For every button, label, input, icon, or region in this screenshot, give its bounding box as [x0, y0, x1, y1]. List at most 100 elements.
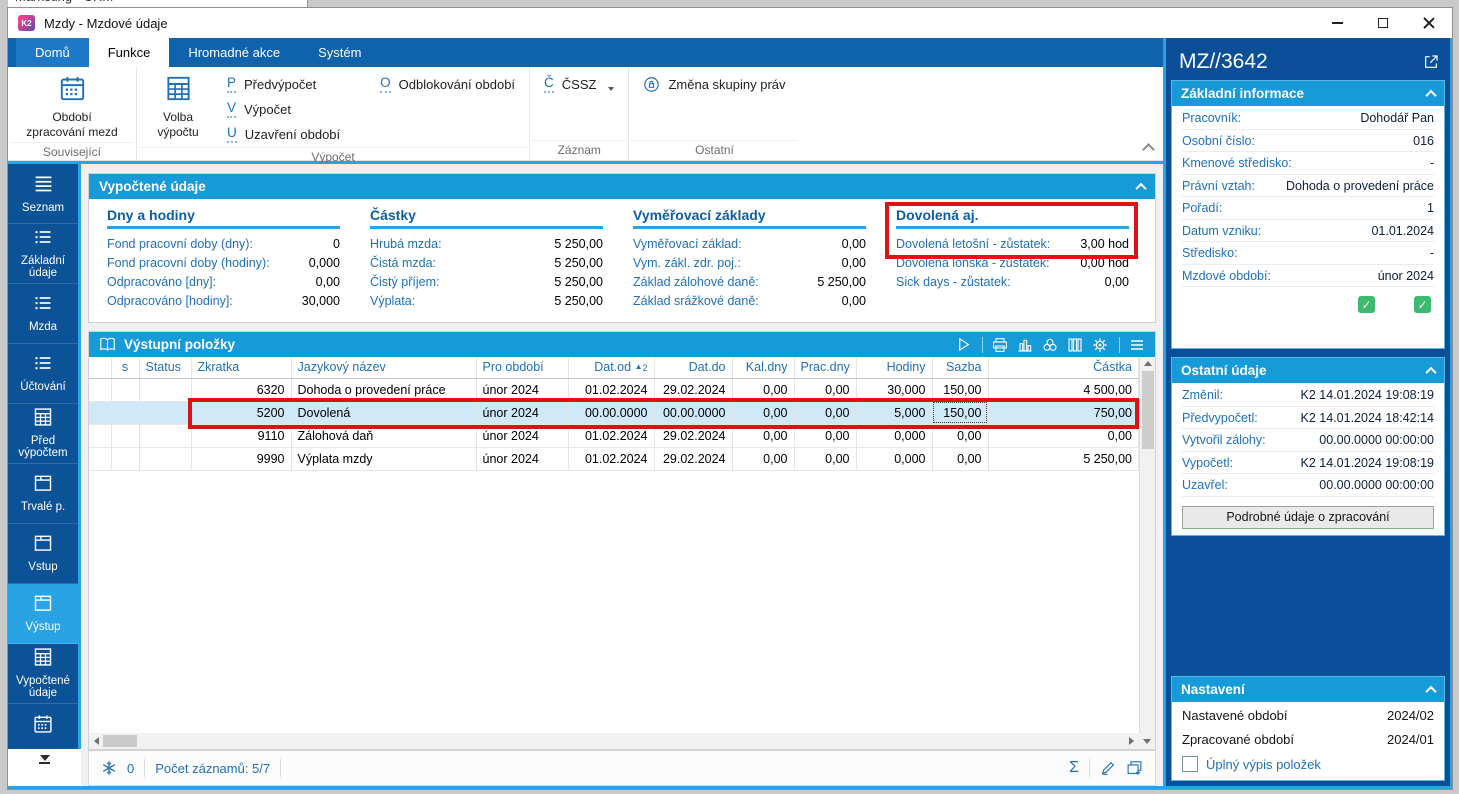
col-s[interactable]: s [111, 357, 139, 378]
cell-hodiny[interactable]: 5,000 [856, 401, 932, 424]
cell[interactable] [89, 424, 111, 447]
col-dat-od[interactable]: Dat.od ▲2 [568, 357, 654, 378]
collapse-chevron-icon[interactable] [1425, 685, 1436, 696]
sidebar-item-trvale-p[interactable]: Trvalé p. [8, 464, 78, 524]
col-status[interactable]: Status [139, 357, 191, 378]
collapse-chevron-icon[interactable] [1425, 89, 1436, 100]
cell-kal-dny[interactable]: 0,00 [732, 378, 794, 401]
col-castka[interactable]: Částka [988, 357, 1139, 378]
cell[interactable] [139, 401, 191, 424]
cell[interactable] [89, 378, 111, 401]
col-selector[interactable] [89, 357, 111, 378]
cell[interactable] [111, 447, 139, 470]
col-prac-dny[interactable]: Prac.dny [794, 357, 856, 378]
table-row[interactable]: 9990 Výplata mzdy únor 2024 01.02.2024 2… [89, 447, 1139, 470]
scroll-up-icon[interactable] [1144, 361, 1152, 366]
odblokovani-obdobi-button[interactable]: OOdblokování období [374, 72, 521, 97]
sidebar-item-seznam[interactable]: Seznam [8, 164, 78, 224]
sidebar-collapse-chevron-icon[interactable] [39, 755, 50, 786]
cell-nazev[interactable]: Zálohová daň [291, 424, 476, 447]
sidebar-item-uctovani[interactable]: Účtování [8, 344, 78, 404]
table-row[interactable]: 6320 Dohoda o provedení práce únor 2024 … [89, 378, 1139, 401]
cell-castka[interactable]: 0,00 [988, 424, 1139, 447]
cell[interactable] [139, 447, 191, 470]
cell-dat-od[interactable]: 01.02.2024 [568, 447, 654, 470]
cell-castka[interactable]: 4 500,00 [988, 378, 1139, 401]
cell-prac-dny[interactable]: 0,00 [794, 424, 856, 447]
col-kal-dny[interactable]: Kal.dny [732, 357, 794, 378]
cell-nazev[interactable]: Dohoda o provedení práce [291, 378, 476, 401]
cell-dat-do[interactable]: 29.02.2024 [654, 378, 732, 401]
processing-details-button[interactable]: Podrobné údaje o zpracování [1182, 506, 1434, 529]
cell-sazba[interactable]: 0,00 [932, 424, 988, 447]
cell-castka[interactable]: 750,00 [988, 401, 1139, 424]
cell-prac-dny[interactable]: 0,00 [794, 401, 856, 424]
cell-castka[interactable]: 5 250,00 [988, 447, 1139, 470]
cell-sazba-focused[interactable]: 150,00 [932, 401, 988, 424]
cell-zkratka[interactable]: 9990 [191, 447, 291, 470]
cell-obdobi[interactable]: únor 2024 [476, 378, 568, 401]
cell-obdobi[interactable]: únor 2024 [476, 424, 568, 447]
cell[interactable] [139, 424, 191, 447]
ribbon-collapse-chevron-icon[interactable] [1142, 143, 1155, 156]
cell[interactable] [111, 424, 139, 447]
cell-dat-od[interactable]: 01.02.2024 [568, 424, 654, 447]
tab-system[interactable]: Systém [299, 38, 380, 67]
run-icon[interactable] [956, 337, 971, 352]
chart-icon[interactable] [1017, 337, 1033, 353]
sidebar-item-partial[interactable] [8, 704, 78, 749]
col-dat-do[interactable]: Dat.do [654, 357, 732, 378]
cell[interactable] [111, 378, 139, 401]
snowflake-icon[interactable] [101, 760, 117, 776]
tab-domu[interactable]: Domů [16, 38, 89, 67]
col-zkratka[interactable]: Zkratka [191, 357, 291, 378]
cell-nazev[interactable]: Výplata mzdy [291, 447, 476, 470]
cell-dat-od[interactable]: 00.00.0000 [568, 401, 654, 424]
full-listing-checkbox[interactable] [1182, 756, 1198, 772]
cell-kal-dny[interactable]: 0,00 [732, 447, 794, 470]
cell-zkratka[interactable]: 5200 [191, 401, 291, 424]
cell[interactable] [89, 401, 111, 424]
open-external-icon[interactable] [1423, 54, 1439, 70]
table-row[interactable]: 9110 Zálohová daň únor 2024 01.02.2024 2… [89, 424, 1139, 447]
settings-gear-icon[interactable] [1092, 337, 1108, 353]
sidebar-item-vstup[interactable]: Vstup [8, 524, 78, 584]
sidebar-item-pred-vypoctem[interactable]: Před výpočtem [8, 404, 78, 464]
cell-dat-od[interactable]: 01.02.2024 [568, 378, 654, 401]
zmena-skupiny-prav-button[interactable]: Změna skupiny práv [637, 72, 791, 97]
columns-icon[interactable] [1067, 337, 1083, 353]
col-pro-obdobi[interactable]: Pro období [476, 357, 568, 378]
cell-dat-do[interactable]: 29.02.2024 [654, 424, 732, 447]
cell-sazba[interactable]: 0,00 [932, 447, 988, 470]
cell-prac-dny[interactable]: 0,00 [794, 378, 856, 401]
scroll-left-icon[interactable] [94, 737, 99, 745]
obdobi-zpracovani-mezd-button[interactable]: Období zpracování mezd [16, 72, 128, 142]
horizontal-scrollbar[interactable] [89, 733, 1139, 749]
scroll-thumb[interactable] [103, 735, 137, 747]
cell-kal-dny[interactable]: 0,00 [732, 424, 794, 447]
col-sazba[interactable]: Sazba [932, 357, 988, 378]
cell-dat-do[interactable]: 00.00.0000 [654, 401, 732, 424]
predvypocet-button[interactable]: PPředvýpočet [221, 72, 346, 97]
scrollbar-corner[interactable] [1139, 733, 1155, 749]
scroll-thumb[interactable] [1142, 371, 1154, 449]
copy-add-icon[interactable] [1126, 760, 1143, 777]
close-button[interactable] [1406, 8, 1452, 38]
cell-obdobi[interactable]: únor 2024 [476, 447, 568, 470]
cell-prac-dny[interactable]: 0,00 [794, 447, 856, 470]
categories-icon[interactable] [1042, 337, 1058, 353]
scroll-right-icon[interactable] [1129, 737, 1134, 745]
maximize-button[interactable] [1360, 8, 1406, 38]
sidebar-item-vypoctene-udaje[interactable]: Vypočtené údaje [8, 644, 78, 704]
cell-dat-do[interactable]: 29.02.2024 [654, 447, 732, 470]
edit-pencil-icon[interactable] [1100, 760, 1116, 776]
col-hodiny[interactable]: Hodiny [856, 357, 932, 378]
sidebar-item-zakladni-udaje[interactable]: Základní údaje [8, 224, 78, 284]
cell[interactable] [139, 378, 191, 401]
vypocet-button[interactable]: VVýpočet [221, 97, 346, 122]
tab-funkce[interactable]: Funkce [89, 38, 170, 67]
cell-kal-dny[interactable]: 0,00 [732, 401, 794, 424]
minimize-button[interactable] [1314, 8, 1360, 38]
menu-icon[interactable] [1129, 337, 1145, 353]
scroll-down-icon[interactable] [1143, 739, 1151, 744]
